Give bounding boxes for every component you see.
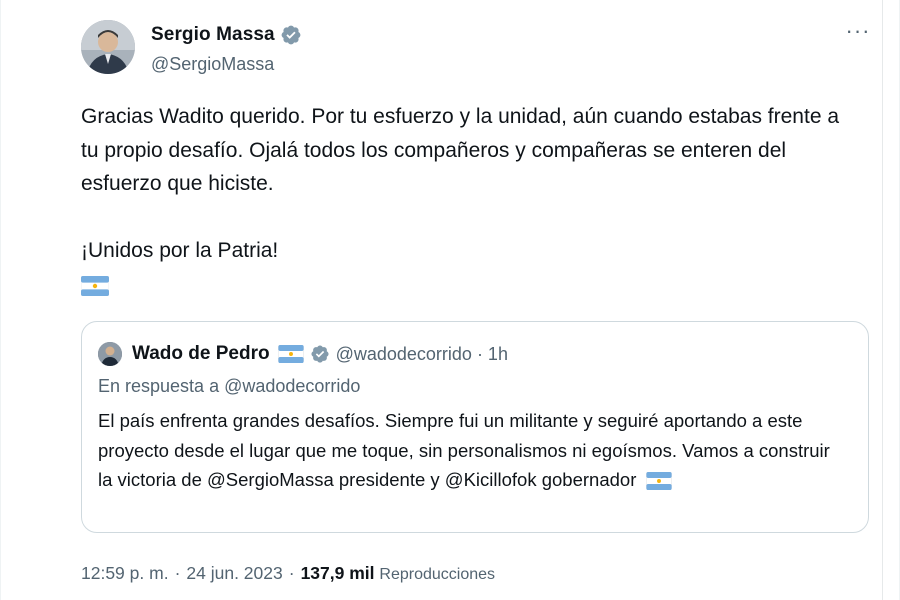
argentina-flag-icon [277,345,304,363]
author-display-name[interactable]: Sergio Massa [151,24,275,46]
verified-badge-icon [311,345,329,363]
verified-badge-icon [281,25,301,45]
scrollbar-track [882,0,899,600]
argentina-flag-icon [81,276,109,296]
author-name-row: Sergio Massa [151,24,302,46]
views-label: Reproducciones [379,566,496,583]
tweet-metadata: 12:59 p. m. · 24 jun. 2023 · 137,9 mil Repro… [81,563,496,583]
quoted-author-handle-time: @wadodecorrido · 1h [335,343,508,364]
reply-context: En respuesta a @wadodecorrido [98,376,360,397]
tweet-date[interactable]: 24 jun. 2023 [186,563,282,583]
quoted-tweet-body: El país enfrenta grandes desafíos. Siemp… [98,410,830,490]
quoted-tweet-header: Wado de Pedro @wadodecorrido · 1h [98,342,508,366]
more-options-button[interactable]: ··· [844,20,872,46]
quoted-tweet-text: El país enfrenta grandes desafíos. Siemp… [98,406,848,495]
quoted-tweet[interactable]: Wado de Pedro @wadodecorrido · 1h En res… [81,321,869,533]
quoted-author-name: Wado de Pedro [132,343,270,364]
argentina-flag-icon [645,472,672,491]
views-count: 137,9 mil [300,563,375,583]
author-handle[interactable]: @SergioMassa [151,54,274,75]
quoted-author-avatar [98,342,122,366]
reply-prefix: En respuesta a [98,376,220,396]
tweet-card: Sergio Massa @SergioMassa ··· Gracias Wa… [0,0,900,600]
tweet-paragraph: Gracias Wadito querido. Por tu esfuerzo … [81,105,840,195]
author-avatar[interactable] [81,20,135,74]
tweet-text: Gracias Wadito querido. Por tu esfuerzo … [81,100,851,268]
tweet-paragraph: ¡Unidos por la Patria! [81,239,279,262]
reply-handle: @wadodecorrido [224,376,361,396]
tweet-time[interactable]: 12:59 p. m. [81,563,169,583]
